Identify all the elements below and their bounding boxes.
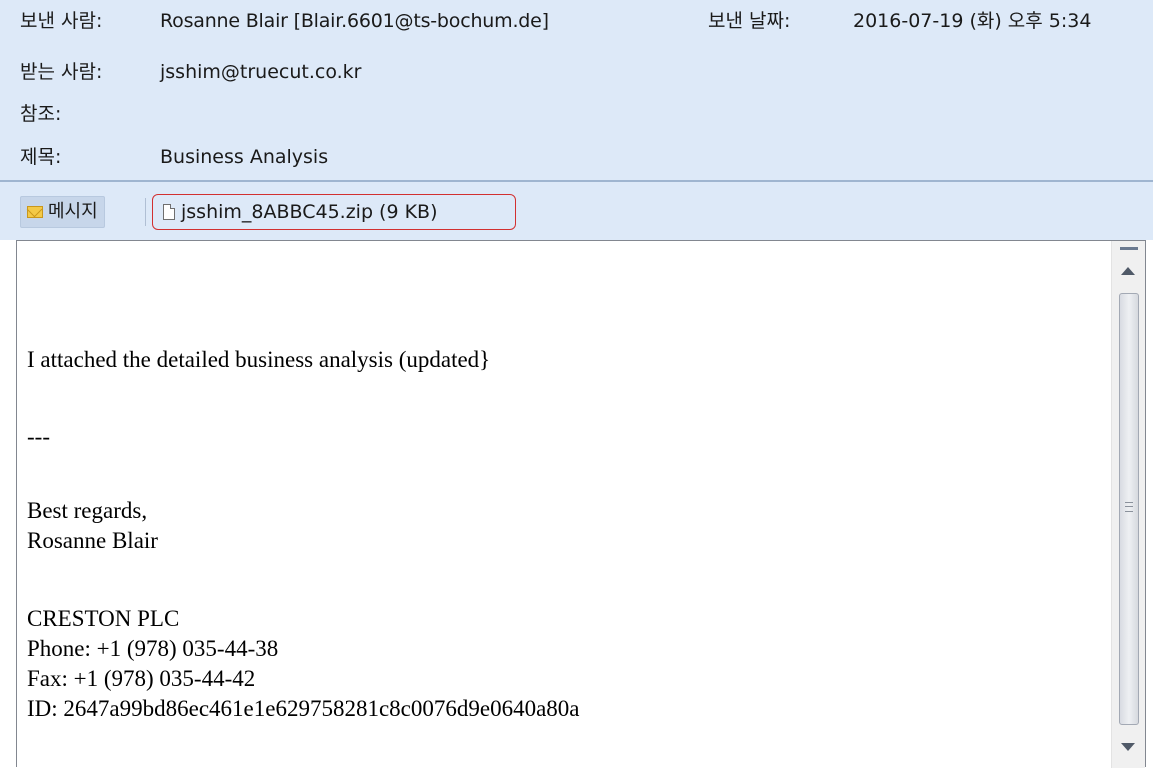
body-line: CRESTON PLC (27, 606, 180, 631)
tab-divider (145, 198, 146, 226)
body-line: Phone: +1 (978) 035-44-38 (27, 636, 279, 661)
cc-row: 참조: (0, 97, 1153, 131)
from-row: 보낸 사람: Rosanne Blair [Blair.6601@ts-boch… (0, 4, 1153, 38)
attachment-tab[interactable]: jsshim_8ABBC45.zip (9 KB) (152, 194, 516, 230)
from-value[interactable]: Rosanne Blair [Blair.6601@ts-bochum.de] (160, 4, 549, 38)
body-separator: --- (27, 424, 50, 449)
cc-label: 참조: (20, 103, 62, 125)
email-header: 보낸 사람: Rosanne Blair [Blair.6601@ts-boch… (0, 0, 1153, 240)
tab-message-label: 메시지 (48, 201, 98, 222)
body-line: Rosanne Blair (27, 528, 158, 553)
tab-message[interactable]: 메시지 (20, 196, 105, 228)
file-icon (163, 204, 175, 220)
subject-row: 제목: Business Analysis (0, 140, 1153, 174)
scroll-up-icon[interactable] (1121, 267, 1135, 275)
attachment-label: jsshim_8ABBC45.zip (9 KB) (181, 200, 438, 223)
body-line: Best regards, (27, 498, 148, 523)
body-line: ID: 2647a99bd86ec461e1e629758281c8c0076d… (27, 696, 580, 721)
vertical-scrollbar[interactable] (1111, 241, 1145, 768)
body-line: I attached the detailed business analysi… (27, 347, 491, 372)
header-divider (0, 180, 1153, 182)
scrollbar-thumb[interactable] (1119, 293, 1139, 725)
date-label: 보낸 날짜: (708, 10, 791, 32)
message-body-pane[interactable]: I attached the detailed business analysi… (16, 240, 1146, 768)
to-value[interactable]: jsshim@truecut.co.kr (160, 55, 361, 89)
envelope-icon (27, 206, 43, 218)
body-line: Fax: +1 (978) 035-44-42 (27, 666, 256, 691)
date-value: 2016-07-19 (화) 오후 5:34 (853, 10, 1092, 32)
from-label: 보낸 사람: (20, 10, 103, 32)
subject-value: Business Analysis (160, 146, 329, 168)
scroll-down-icon[interactable] (1121, 743, 1135, 751)
to-label: 받는 사람: (20, 61, 103, 83)
scrollbar-top-marker (1120, 247, 1138, 250)
grip-icon (1125, 502, 1133, 512)
tab-bar: 메시지 jsshim_8ABBC45.zip (9 KB) (0, 190, 1153, 236)
to-row: 받는 사람: jsshim@truecut.co.kr (0, 55, 1153, 89)
subject-label: 제목: (20, 146, 62, 168)
